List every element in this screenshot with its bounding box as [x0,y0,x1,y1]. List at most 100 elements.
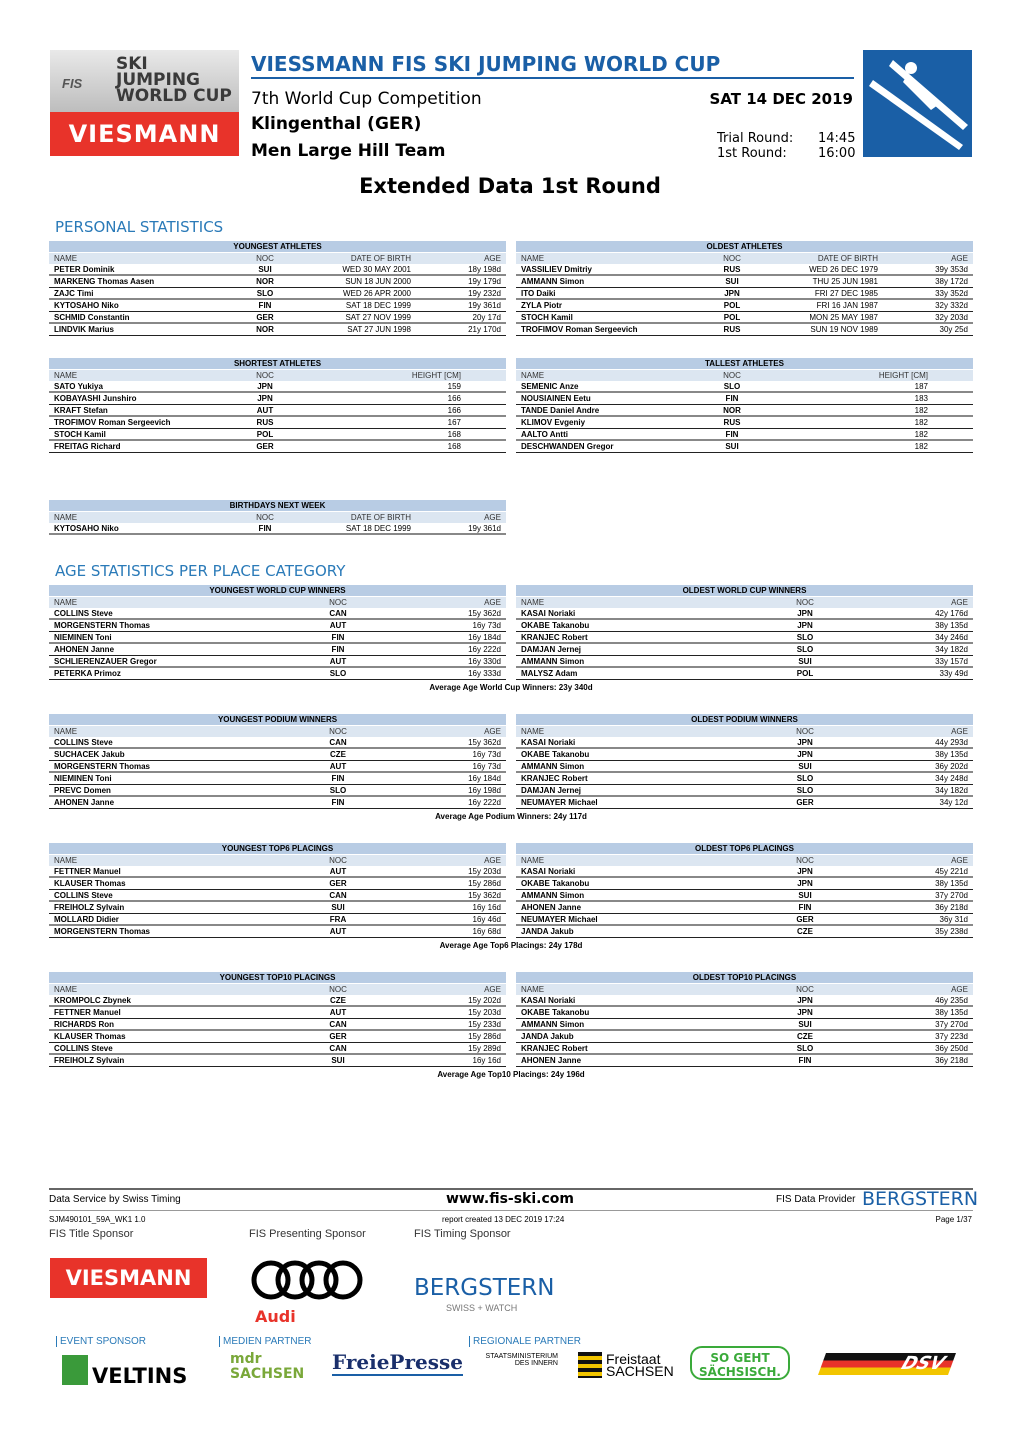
noc-cell: CZE [330,750,346,759]
date-of-birth-cell: SAT 18 DEC 1999 [345,301,411,310]
name-cell: KRANJEC Robert [521,774,588,783]
noc-cell: NOC [796,985,814,994]
table-title: YOUNGEST PODIUM WINNERS [49,714,506,725]
noc-cell: JPN [724,289,740,298]
noc-cell: RUS [723,418,741,427]
name-cell: NAME [521,598,545,607]
age-cell: 33y 157d [935,657,968,666]
height-cell: 182 [914,418,928,427]
table-row: KLIMOV Evgeniy RUS 182 [516,417,973,429]
table-row: KOBAYASHI Junshiro JPN 166 [49,393,506,405]
name-cell: NIEMINEN Toni [54,774,112,783]
name-cell: SCHMID Constantin [54,313,130,322]
age-cell: 16y 68d [472,927,501,936]
table-row: NEUMAYER Michael GER 34y 12d [516,797,973,809]
undefined-cell: AGE [484,513,501,522]
column-headers: NAME NOC AGE [49,597,506,608]
age-cell: 16y 46d [472,915,501,924]
height-cell: 166 [447,406,461,415]
name-cell: SCHLIERENZAUER Gregor [54,657,157,666]
table-row: LINDVIK Marius NOR SAT 27 JUN 1998 21y 170d [49,324,506,336]
age-cell: 36y 218d [935,903,968,912]
table-row: SATO Yukiya JPN 159 [49,381,506,393]
noc-cell: AUT [329,621,347,630]
height-cell: 182 [914,430,928,439]
table-row: TROFIMOV Roman Sergeevich RUS SUN 19 NOV 1… [516,324,973,336]
name-cell: NAME [54,985,78,994]
competition-name: 7th World Cup Competition [251,89,482,109]
name-cell: NAME [54,598,78,607]
name-cell: NAME [54,727,78,736]
noc-cell: JPN [797,621,813,630]
name-cell: MOLLARD Didier [54,915,119,924]
veltins-logo: VELTINS [92,1364,188,1388]
age-cell: 34y 248d [935,774,968,783]
name-cell: NAME [521,856,545,865]
name-cell: MORGENSTERN Thomas [54,927,151,936]
undefined-cell: 32y 332d [935,301,968,310]
noc-cell: SLO [796,1044,814,1053]
age-cell: 33y 49d [939,669,968,678]
date-of-birth-cell: SAT 27 NOV 1999 [345,313,411,322]
table-row: KASAI Noriaki JPN 46y 235d [516,995,973,1007]
noc-cell: SUI [798,762,812,771]
age-cell: 45y 221d [935,867,968,876]
first-round-label: 1st Round: [717,146,787,161]
noc-cell: CZE [797,1032,813,1041]
youngest-athletes-table: YOUNGEST ATHLETES NAME NOC DATE OF BIRTH AGE… [49,241,506,336]
bergstern-sponsor-logo: BERGSTERN [414,1275,555,1301]
name-cell: KASAI Noriaki [521,867,576,876]
series-title: VIESSMANN FIS SKI JUMPING WORLD CUP [251,52,721,76]
height-cell: HEIGHT [CM] [411,371,461,380]
competition-date: SAT 14 DEC 2019 [709,90,853,108]
height-cell: HEIGHT [CM] [878,371,928,380]
noc-cell: NOR [723,406,741,415]
name-cell: ITO Daiki [521,289,556,298]
undefined-cell: 33y 352d [935,289,968,298]
table-row: AHONEN Janne FIN 36y 218d [516,1055,973,1067]
age-cell: 35y 238d [935,927,968,936]
name-cell: TANDE Daniel Andre [521,406,600,415]
age-cell: 15y 202d [468,996,501,1005]
date-of-birth-cell: FRI 27 DEC 1985 [814,289,878,298]
table-row: STOCH Kamil POL MON 25 MAY 1987 32y 203d [516,312,973,324]
name-cell: NAME [521,371,545,380]
fis-logo-text: FIS [62,76,83,91]
noc-cell: FIN [331,774,345,783]
noc-cell: FIN [331,645,345,654]
undefined-cell: AGE [951,254,968,263]
noc-cell: NOC [329,856,347,865]
sachsen-coat-of-arms [578,1352,602,1378]
name-cell: AHONEN Janne [54,645,115,654]
table-row: FETTNER Manuel AUT 15y 203d [49,1007,506,1019]
name-cell: KROMPOLC Zbynek [54,996,131,1005]
name-cell: NIEMINEN Toni [54,633,112,642]
table-title: TALLEST ATHLETES [516,358,973,369]
height-cell: 168 [447,430,461,439]
age-cell: 15y 362d [468,738,501,747]
noc-cell: GER [796,798,814,807]
table-row: KASAI Noriaki JPN 45y 221d [516,866,973,878]
name-cell: ZYLA Piotr [521,301,563,310]
noc-cell: NOC [796,856,814,865]
noc-cell: GER [256,313,274,322]
noc-cell: GER [796,915,814,924]
table-row: FETTNER Manuel AUT 15y 203d [49,866,506,878]
name-cell: AMMANN Simon [521,762,585,771]
height-cell: 166 [447,394,461,403]
noc-cell: RUS [723,265,741,274]
average-age: Average Age Top10 Placings: 24y 196d [437,1070,585,1079]
noc-cell: FRA [329,915,347,924]
table-row: SCHLIERENZAUER Gregor AUT 16y 330d [49,656,506,668]
noc-cell: SLO [796,633,814,642]
table-title: YOUNGEST TOP6 PLACINGS [49,843,506,854]
name-cell: FETTNER Manuel [54,1008,121,1017]
name-cell: AMMANN Simon [521,657,585,666]
noc-cell: SUI [331,1056,345,1065]
name-cell: NAME [54,371,78,380]
table-row: AMMANN Simon SUI 33y 157d [516,656,973,668]
undefined-cell: 19y 232d [468,289,501,298]
undefined-cell: 19y 361d [468,524,501,533]
age-cell: 38y 135d [935,879,968,888]
venue: Klingenthal (GER) [251,114,422,134]
